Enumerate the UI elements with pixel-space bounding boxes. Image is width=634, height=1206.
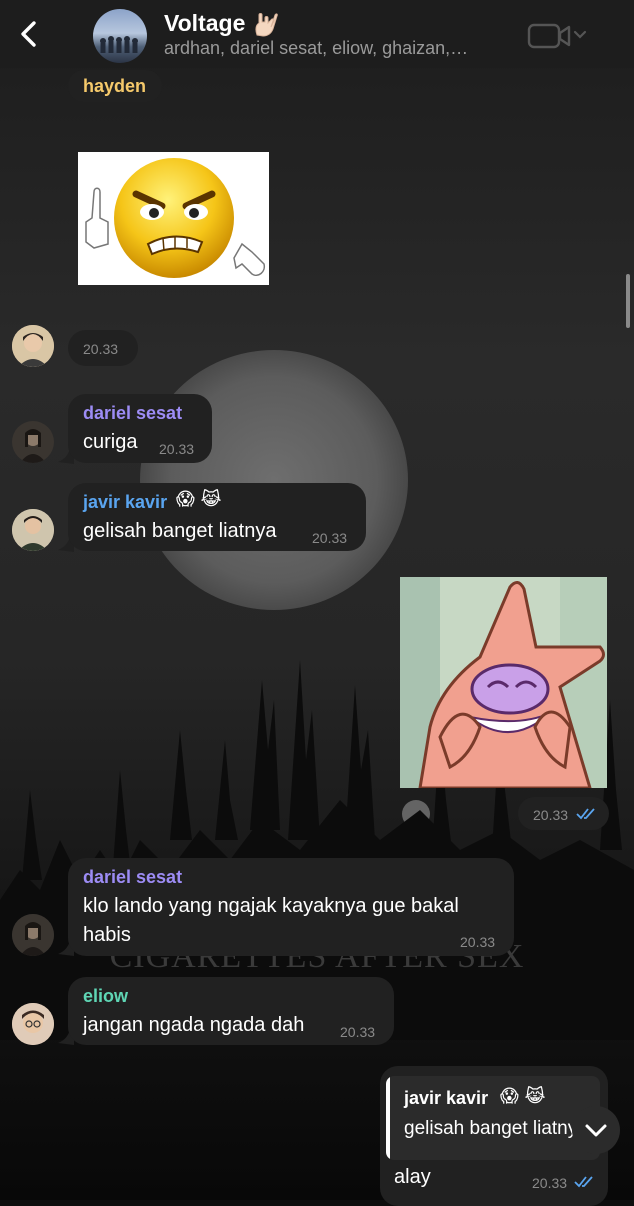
chevron-down-icon xyxy=(585,1124,607,1137)
double-check-icon xyxy=(574,1176,593,1188)
sticker-patrick[interactable] xyxy=(400,577,607,788)
back-icon[interactable] xyxy=(14,18,46,50)
quote-emoji-badge: 😱 😹 xyxy=(500,1086,546,1107)
scroll-indicator[interactable] xyxy=(626,274,630,328)
message-bubble-eliow[interactable]: eliow jangan ngada ngada dah 20.33 xyxy=(68,977,394,1045)
sender-tag-hayden: hayden xyxy=(68,70,162,102)
sticker-time-badge-own: 20.33 xyxy=(518,797,609,830)
rock-on-hand-icon xyxy=(255,12,279,37)
sticker-time-badge: 20.33 xyxy=(68,330,138,366)
message-bubble-dariel-2[interactable]: dariel sesat klo lando yang ngajak kayak… xyxy=(68,858,514,956)
video-call-icon[interactable] xyxy=(527,22,589,50)
reply-quote[interactable]: javir kavir 😱 😹 gelisah banget liatnya xyxy=(386,1076,600,1160)
wallpaper-moon xyxy=(140,350,408,610)
sticker-angry-face[interactable] xyxy=(78,152,269,285)
avatar-hayden[interactable] xyxy=(12,325,54,367)
scroll-to-bottom-button[interactable] xyxy=(572,1106,620,1154)
avatar-dariel-sesat[interactable] xyxy=(12,421,54,463)
message-bubble-dariel-1[interactable]: dariel sesat curiga 20.33 xyxy=(68,394,212,463)
chat-title[interactable]: Voltage xyxy=(164,10,245,37)
group-avatar[interactable] xyxy=(93,9,147,63)
avatar-dariel-sesat[interactable] xyxy=(12,914,54,956)
chat-header: Voltage ardhan, dariel sesat, eliow, gha… xyxy=(0,0,634,68)
sender-emoji-badge: 😱 😹 xyxy=(176,489,222,510)
avatar-javir-kavir[interactable] xyxy=(12,509,54,551)
chat-members: ardhan, dariel sesat, eliow, ghaizan,… xyxy=(164,38,469,58)
message-bubble-javir[interactable]: javir kavir 😱 😹 gelisah banget liatnya 2… xyxy=(68,483,366,551)
double-check-icon xyxy=(576,808,595,820)
avatar-eliow[interactable] xyxy=(12,1003,54,1045)
